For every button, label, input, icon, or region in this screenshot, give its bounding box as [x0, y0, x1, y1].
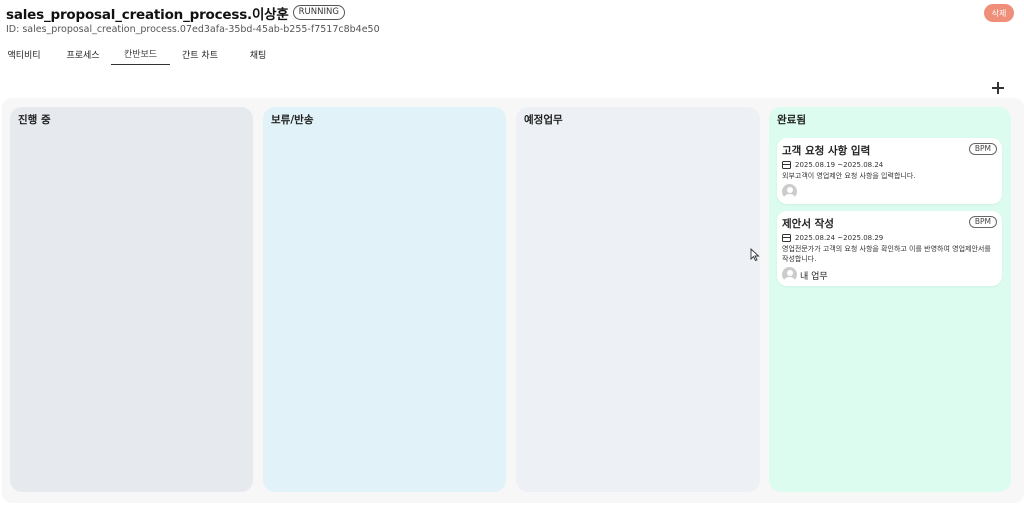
card-description: 외부고객이 영업제안 요청 사항을 입력합니다. — [782, 172, 916, 180]
column-title: 진행 중 — [18, 114, 51, 126]
calendar-icon — [782, 161, 791, 169]
task-card[interactable]: 제안서 작성 BPM 2025.08.24 ~2025.08.29 영업전문가가… — [777, 211, 1002, 286]
column-title: 완료됨 — [777, 114, 806, 126]
assignee-label: 내 업무 — [800, 272, 828, 282]
card-title: 제안서 작성 — [782, 218, 834, 230]
tab-kanban[interactable]: 칸반보드 — [111, 43, 170, 65]
card-title: 고객 요청 사항 입력 — [782, 145, 871, 157]
tab-chat[interactable]: 채팅 — [244, 43, 272, 65]
column-title: 예정업무 — [524, 114, 563, 126]
card-date: 2025.08.24 ~2025.08.29 — [795, 234, 884, 242]
task-card[interactable]: 고객 요청 사항 입력 BPM 2025.08.19 ~2025.08.24 외… — [777, 138, 1002, 204]
calendar-icon — [782, 234, 791, 242]
tab-process[interactable]: 프로세스 — [63, 43, 103, 65]
delete-button[interactable]: 삭제 — [984, 4, 1014, 22]
card-description: 영업전문가가 고객의 요청 사항을 확인하고 이를 반영하여 영업제안서를 작성… — [782, 245, 991, 263]
card-date-row: 2025.08.19 ~2025.08.24 — [782, 161, 883, 169]
page-title: sales_proposal_creation_process.이상훈 — [6, 6, 289, 23]
mouse-cursor-icon — [750, 248, 760, 262]
column-in-progress: 진행 중 — [10, 107, 253, 492]
column-on-hold: 보류/반송 — [263, 107, 506, 492]
card-date: 2025.08.19 ~2025.08.24 — [795, 161, 884, 169]
card-date-row: 2025.08.24 ~2025.08.29 — [782, 234, 883, 242]
tab-gantt[interactable]: 간트 차트 — [178, 43, 222, 65]
column-done: 완료됨 고객 요청 사항 입력 BPM 2025.08.19 ~2025.08.… — [769, 107, 1011, 492]
avatar — [782, 184, 797, 199]
column-scheduled: 예정업무 — [516, 107, 760, 492]
card-tag: BPM — [968, 216, 997, 228]
avatar — [782, 267, 797, 282]
column-title: 보류/반송 — [271, 114, 314, 126]
page-header: sales_proposal_creation_process.이상훈 RUNN… — [6, 3, 1024, 39]
status-badge: RUNNING — [292, 5, 345, 20]
card-tag: BPM — [968, 143, 997, 155]
process-id: ID: sales_proposal_creation_process.07ed… — [6, 24, 380, 35]
plus-icon[interactable] — [990, 80, 1006, 96]
tab-activity[interactable]: 액티비티 — [6, 43, 42, 65]
